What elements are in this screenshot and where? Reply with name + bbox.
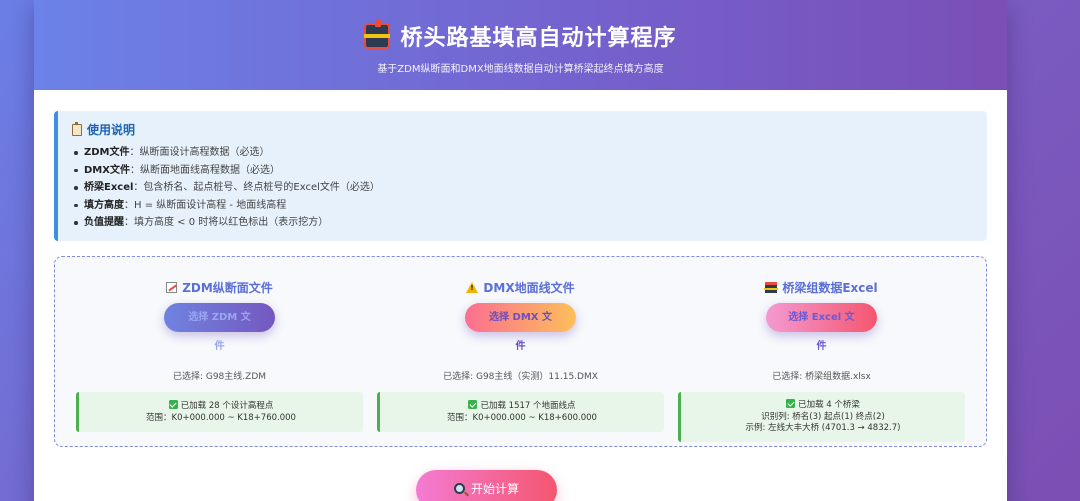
instruction-text: ：H = 纵断面设计高程 - 地面线高程 <box>124 199 287 211</box>
zdm-column-title-row: ZDM纵断面文件 <box>76 279 363 296</box>
zdm-status-box: 已加载 28 个设计高程点 范围：K0+000.000 ~ K18+760.00… <box>76 392 363 432</box>
excel-selected-file: 已选择: 桥梁组数据.xlsx <box>772 372 871 382</box>
instructions-list: ZDM文件：纵断面设计高程数据（必选） DMX文件：纵断面地面线高程数据（必选）… <box>72 144 973 232</box>
dmx-status-line1: 已加载 1517 个地面线点 <box>380 400 664 413</box>
page-subtitle: 基于ZDM纵断面和DMX地面线数据自动计算桥梁起终点填方高度 <box>377 64 664 75</box>
upload-area: ZDM纵断面文件 选择 ZDM 文件 已选择: G98主线.ZDM 已加载 28… <box>54 256 987 447</box>
instruction-item: DMX文件：纵断面地面线高程数据（必选） <box>72 162 973 180</box>
title-row: 桥头路基填高自动计算程序 <box>34 19 1007 52</box>
excel-column-title: 桥梁组数据Excel <box>782 281 878 295</box>
select-dmx-button[interactable]: 选择 DMX 文件 <box>465 303 576 352</box>
check-icon <box>168 400 178 409</box>
warning-icon <box>466 282 479 293</box>
excel-upload-column: 桥梁组数据Excel 选择 Excel 文件 已选择: 桥梁组数据.xlsx 已… <box>678 257 965 446</box>
instruction-text: ：包含桥名、起点桩号、终点桩号的Excel文件（必选） <box>133 182 380 193</box>
instruction-item: ZDM文件：纵断面设计高程数据（必选） <box>72 144 973 162</box>
zdm-status-line1: 已加载 28 个设计高程点 <box>79 400 363 413</box>
page-title: 桥头路基填高自动计算程序 <box>400 26 677 51</box>
toolbox-icon <box>364 19 391 49</box>
excel-status-line1: 已加载 4 个桥梁 <box>681 399 965 412</box>
instructions-title: 使用说明 <box>87 123 136 137</box>
instruction-label: 桥梁Excel <box>84 182 134 193</box>
bridge-icon <box>764 282 779 293</box>
search-icon <box>453 482 465 494</box>
instruction-label: DMX文件 <box>84 164 130 176</box>
zdm-selected-file: 已选择: G98主线.ZDM <box>172 372 267 382</box>
zdm-column-title: ZDM纵断面文件 <box>182 281 273 295</box>
instruction-item: 桥梁Excel：包含桥名、起点桩号、终点桩号的Excel文件（必选） <box>72 179 973 197</box>
dmx-status-box: 已加载 1517 个地面线点 范围：K0+000.000 ~ K18+600.0… <box>377 392 664 432</box>
main-card: 桥头路基填高自动计算程序 基于ZDM纵断面和DMX地面线数据自动计算桥梁起终点填… <box>34 0 1007 501</box>
instruction-text: ：纵断面设计高程数据（必选） <box>129 147 270 158</box>
dmx-status-range: 范围：K0+000.000 ~ K18+600.000 <box>447 412 597 423</box>
instruction-text: ：纵断面地面线高程数据（必选） <box>129 164 280 176</box>
start-calculation-button[interactable]: 开始计算 <box>416 470 557 501</box>
excel-status-columns: 识别列: 桥名(3) 起点(1) 终点(2) <box>761 411 885 422</box>
header: 桥头路基填高自动计算程序 基于ZDM纵断面和DMX地面线数据自动计算桥梁起终点填… <box>34 0 1007 90</box>
zdm-upload-column: ZDM纵断面文件 选择 ZDM 文件 已选择: G98主线.ZDM 已加载 28… <box>76 257 363 446</box>
chart-icon <box>166 282 178 293</box>
instruction-text: ：填方高度 < 0 时将以红色标出（表示挖方） <box>124 217 329 228</box>
dmx-selected-file: 已选择: G98主线（实测）11.15.DMX <box>443 372 598 382</box>
zdm-status-text: 已加载 28 个设计高程点 <box>180 401 274 411</box>
clipboard-icon <box>72 121 82 136</box>
instruction-item: 填方高度：H = 纵断面设计高程 - 地面线高程 <box>72 197 973 215</box>
start-calculation-label: 开始计算 <box>470 481 519 496</box>
instruction-item: 负值提醒：填方高度 < 0 时将以红色标出（表示挖方） <box>72 214 973 232</box>
excel-status-box: 已加载 4 个桥梁 识别列: 桥名(3) 起点(1) 终点(2) 示例: 左线大… <box>678 392 965 442</box>
excel-column-title-row: 桥梁组数据Excel <box>678 279 965 296</box>
excel-status-example: 示例: 左线大丰大桥 (4701.3 → 4832.7) <box>745 423 901 434</box>
dmx-column-title: DMX地面线文件 <box>483 281 575 295</box>
check-icon <box>786 399 796 409</box>
dmx-status-text: 已加载 1517 个地面线点 <box>480 401 576 411</box>
dmx-column-title-row: DMX地面线文件 <box>377 279 664 296</box>
instruction-label: 负值提醒 <box>84 217 124 228</box>
select-zdm-button[interactable]: 选择 ZDM 文件 <box>164 303 275 352</box>
instruction-label: ZDM文件 <box>84 147 130 158</box>
zdm-status-range: 范围：K0+000.000 ~ K18+760.000 <box>146 412 296 423</box>
instructions-panel: 使用说明 ZDM文件：纵断面设计高程数据（必选） DMX文件：纵断面地面线高程数… <box>54 111 987 241</box>
dmx-upload-column: DMX地面线文件 选择 DMX 文件 已选择: G98主线（实测）11.15.D… <box>377 257 664 446</box>
check-icon <box>468 400 478 409</box>
select-excel-button[interactable]: 选择 Excel 文件 <box>766 303 877 352</box>
excel-status-text: 已加载 4 个桥梁 <box>798 400 860 411</box>
instruction-label: 填方高度 <box>84 199 124 211</box>
instructions-title-row: 使用说明 <box>72 121 973 138</box>
